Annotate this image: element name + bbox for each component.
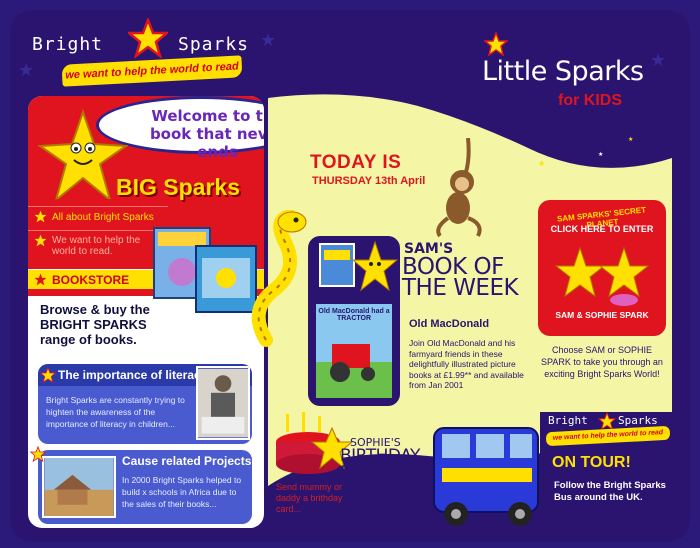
menu-item-label: All about Bright Sparks xyxy=(52,212,154,223)
click-here-button[interactable]: CLICK HERE TO ENTER xyxy=(542,224,662,234)
birthday-parlour-title[interactable]: BIRTHDAY PARLOUR xyxy=(340,448,420,482)
birthday-parlour-line2: PARLOUR xyxy=(340,463,416,483)
logo-word-sparks: Sparks xyxy=(178,34,250,55)
literacy-box[interactable]: The importance of literacy Bright Sparks… xyxy=(38,364,252,444)
tour-logo-sparks: Sparks xyxy=(618,414,658,427)
menu-item-label: We want to help the world to read. xyxy=(52,235,141,257)
svg-text:★: ★ xyxy=(628,136,633,143)
bright-sparks-logo[interactable]: Bright Sparks we want to help the world … xyxy=(26,18,248,88)
cause-box[interactable]: Cause related Projects In 2000 Bright Sp… xyxy=(38,450,252,524)
on-tour-description: Follow the Bright Sparks Bus around the … xyxy=(554,480,666,503)
star-icon xyxy=(34,234,47,247)
sam-sophie-stars-icon xyxy=(554,246,650,306)
star-decoration: ★ xyxy=(650,50,667,71)
star-decoration: ★ xyxy=(260,30,277,51)
star-icon xyxy=(34,210,47,223)
secret-planet-description: Choose SAM or SOPHIE SPARK to take you t… xyxy=(541,345,663,379)
cause-body: In 2000 Bright Sparks helped to build x … xyxy=(122,475,242,509)
today-date: THURSDAY 13th April xyxy=(312,175,426,187)
literacy-photo xyxy=(196,366,250,440)
little-sparks-title[interactable]: Little Sparks xyxy=(482,56,644,87)
on-tour-box[interactable]: Bright Sparks we want to help the world … xyxy=(540,412,672,530)
svg-text:★: ★ xyxy=(598,151,603,158)
literacy-body: Bright Sparks are constantly trying to h… xyxy=(46,395,185,429)
secret-planet-caption: SAM & SOPHIE SPARK xyxy=(555,310,649,320)
book-title[interactable]: Old MacDonald xyxy=(409,318,489,330)
book-of-week-title[interactable]: BOOK OF THE WEEK xyxy=(402,256,519,301)
star-mascot-icon xyxy=(38,108,128,209)
today-label: TODAY IS xyxy=(310,152,402,173)
on-tour-title: ON TOUR! xyxy=(552,454,631,471)
cause-photo xyxy=(42,456,116,518)
menu-item-about[interactable]: All about Bright Sparks xyxy=(28,206,168,228)
big-sparks-title: BIG Sparks xyxy=(116,174,240,200)
literacy-title: The importance of literacy xyxy=(58,368,208,382)
star-icon xyxy=(128,18,168,58)
tour-tagline: we want to help the world to read xyxy=(545,425,671,447)
browse-books-text[interactable]: Browse & buy the BRIGHT SPARKS range of … xyxy=(40,302,170,347)
cover-title: Old MacDonald had a TRACTOR xyxy=(318,308,390,322)
cause-header: Cause related Projects xyxy=(116,450,252,472)
svg-text:★: ★ xyxy=(538,159,545,168)
bus-icon[interactable] xyxy=(426,420,544,528)
left-column: Welcome to the book that never ends BIG … xyxy=(28,96,264,528)
sam-star-icon xyxy=(352,240,398,292)
book-thumbnail xyxy=(319,243,355,287)
bookstore-label: BOOKSTORE xyxy=(52,273,130,287)
birthday-description: Send mummy or daddy a brithday card... xyxy=(276,482,343,514)
star-icon xyxy=(484,32,508,56)
book-description: Join Old MacDonald and his farmyard frie… xyxy=(409,338,524,390)
star-icon xyxy=(30,446,46,462)
secret-planet-box[interactable]: SAM SPARKS' SECRET PLANET CLICK HERE TO … xyxy=(538,200,666,336)
logo-tagline: we want to help the world to read xyxy=(61,55,243,87)
for-kids-subtitle: for KIDS xyxy=(558,92,622,109)
logo-word-bright: Bright xyxy=(32,34,104,55)
star-icon xyxy=(40,367,56,383)
star-icon xyxy=(34,273,47,286)
tour-logo-bright: Bright xyxy=(548,414,588,427)
welcome-text: Welcome to the book that never ends xyxy=(149,107,264,161)
cause-title: Cause related Projects xyxy=(122,454,252,468)
book-of-week-line2: THE WEEK xyxy=(402,275,519,301)
menu-item-help-read[interactable]: We want to help the world to read. xyxy=(28,230,168,266)
monkey-icon xyxy=(436,138,482,238)
star-icon xyxy=(598,412,616,430)
book-of-week-card[interactable]: Old MacDonald had a TRACTOR xyxy=(308,236,400,406)
